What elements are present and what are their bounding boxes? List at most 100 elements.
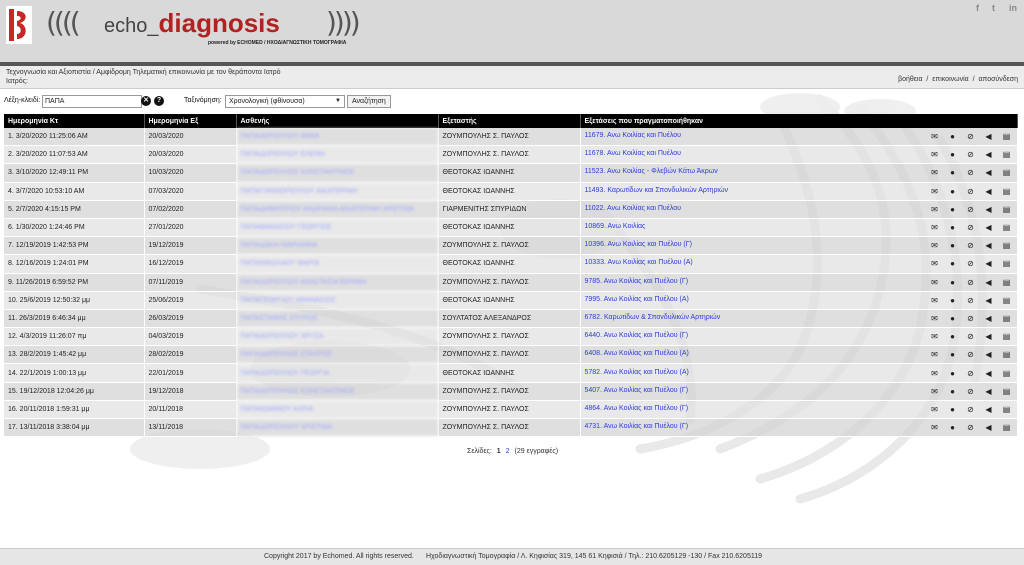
facebook-icon[interactable]: f <box>976 3 979 13</box>
exam-link[interactable]: 7995. Ανω Κοιλίας και Πυέλου (Α) <box>585 296 689 303</box>
person-icon[interactable]: ● <box>947 350 959 359</box>
page-link-current[interactable]: 1 <box>497 448 501 455</box>
page-link[interactable]: 2 <box>506 448 510 455</box>
person-icon[interactable]: ● <box>947 132 959 141</box>
paperclip-icon[interactable]: ⊘ <box>965 369 977 378</box>
speaker-icon[interactable]: ◀ <box>983 423 995 432</box>
envelope-icon[interactable]: ✉ <box>929 259 941 268</box>
exam-link[interactable]: 11493. Καρωτίδων και Σπονδυλικών Αρτηριώ… <box>585 187 728 194</box>
person-icon[interactable]: ● <box>947 423 959 432</box>
envelope-icon[interactable]: ✉ <box>929 168 941 177</box>
cell-exam[interactable]: 5782. Ανω Κοιλίας και Πυέλου (Α) ✉ ● ⊘ ◀ ▤ <box>580 363 1018 383</box>
cell-patient[interactable]: ΠΑΠΑΘΑΝΑΣΙΟΥ ΓΕΩΡΓΙΟΣ <box>236 218 439 238</box>
cell-patient[interactable]: ΠΑΠΑΔΗΜΗΤΡΙΟΥ ΑΝΔΡΙΑΝΑ ΑΙΚΑΤΕΡΙΝΗ ΧΡΙΣΤΙ… <box>236 200 439 219</box>
cell-exam[interactable]: 10396. Ανω Κοιλίας και Πυέλου (Γ) ✉ ● ⊘ ◀ ▤ <box>580 236 1018 256</box>
document-icon[interactable]: ▤ <box>1001 369 1013 378</box>
person-icon[interactable]: ● <box>947 168 959 177</box>
person-icon[interactable]: ● <box>947 223 959 232</box>
cell-patient[interactable]: ΠΑΠΑΣΤΑΘΗΣ ΣΠΥΡΟΣ <box>236 309 439 329</box>
envelope-icon[interactable]: ✉ <box>929 314 941 323</box>
cell-exam[interactable]: 11679. Ανω Κοιλίας και Πυέλου ✉ ● ⊘ ◀ ▤ <box>580 128 1018 147</box>
speaker-icon[interactable]: ◀ <box>983 278 995 287</box>
paperclip-icon[interactable]: ⊘ <box>965 387 977 396</box>
help-icon[interactable]: ? <box>154 96 164 106</box>
cell-patient[interactable]: ΠΑΠΑΔΟΠΟΥΛΟΣ ΣΤΑΥΡΟΣ <box>236 345 439 365</box>
paperclip-icon[interactable]: ⊘ <box>965 150 977 159</box>
person-icon[interactable]: ● <box>947 187 959 196</box>
cell-exam[interactable]: 11493. Καρωτίδων και Σπονδυλικών Αρτηριώ… <box>580 182 1018 201</box>
cell-patient[interactable]: ΠΑΠΑΔΟΠΟΥΛΟΥ ΑΝΑΣΤΑΣΙΑ ΕΙΡΗΝΗ <box>236 273 439 292</box>
envelope-icon[interactable]: ✉ <box>929 132 941 141</box>
keyword-input[interactable]: ΠΑΠΑ <box>42 95 142 108</box>
contact-link[interactable]: επικοινωνία <box>932 76 968 83</box>
paperclip-icon[interactable]: ⊘ <box>965 296 977 305</box>
paperclip-icon[interactable]: ⊘ <box>965 223 977 232</box>
envelope-icon[interactable]: ✉ <box>929 369 941 378</box>
speaker-icon[interactable]: ◀ <box>983 314 995 323</box>
cell-patient[interactable]: ΠΑΠΑΔΟΠΟΥΛΟΣ ΚΩΝΣΤΑΝΤΙΝΟΣ <box>236 163 439 183</box>
person-icon[interactable]: ● <box>947 314 959 323</box>
person-icon[interactable]: ● <box>947 205 959 214</box>
paperclip-icon[interactable]: ⊘ <box>965 241 977 250</box>
cell-patient[interactable]: ΠΑΠΑΙΩΑΝΝΟΥ ΚΑΤΙΑ <box>236 400 439 420</box>
cell-patient[interactable]: ΠΑΠΑΔΟΠΟΥΛΟΥ ΧΡΥΣΑ <box>236 327 439 347</box>
cell-exam[interactable]: 5407. Ανω Κοιλίας και Πυέλου (Γ) ✉ ● ⊘ ◀ ▤ <box>580 382 1018 401</box>
search-button[interactable]: Αναζήτηση <box>347 95 391 108</box>
document-icon[interactable]: ▤ <box>1001 132 1013 141</box>
cell-exam[interactable]: 6782. Καρωτίδων & Σπονδυλικών Αρτηριών ✉ ●… <box>580 309 1018 329</box>
cell-exam[interactable]: 11523. Ανω Κοιλίας - Φλεβών Κάτω Άκρων ✉ ●… <box>580 163 1018 183</box>
cell-exam[interactable]: 6440. Ανω Κοιλίας και Πυέλου (Γ) ✉ ● ⊘ ◀ ▤ <box>580 327 1018 347</box>
person-icon[interactable]: ● <box>947 259 959 268</box>
envelope-icon[interactable]: ✉ <box>929 241 941 250</box>
cell-exam[interactable]: 9785. Ανω Κοιλίας και Πυέλου (Γ) ✉ ● ⊘ ◀ ▤ <box>580 273 1018 292</box>
paperclip-icon[interactable]: ⊘ <box>965 168 977 177</box>
speaker-icon[interactable]: ◀ <box>983 132 995 141</box>
paperclip-icon[interactable]: ⊘ <box>965 187 977 196</box>
document-icon[interactable]: ▤ <box>1001 405 1013 414</box>
column-header[interactable]: Ημερομηνία Κτ <box>4 114 145 128</box>
speaker-icon[interactable]: ◀ <box>983 150 995 159</box>
speaker-icon[interactable]: ◀ <box>983 187 995 196</box>
paperclip-icon[interactable]: ⊘ <box>965 332 977 341</box>
exam-link[interactable]: 6440. Ανω Κοιλίας και Πυέλου (Γ) <box>585 332 689 339</box>
document-icon[interactable]: ▤ <box>1001 241 1013 250</box>
exam-link[interactable]: 10396. Ανω Κοιλίας και Πυέλου (Γ) <box>585 241 692 248</box>
speaker-icon[interactable]: ◀ <box>983 241 995 250</box>
cell-patient[interactable]: ΠΑΠΑΔΟΠΟΥΛΟΥ ΕΛΕΝΗ <box>236 145 439 165</box>
paperclip-icon[interactable]: ⊘ <box>965 423 977 432</box>
document-icon[interactable]: ▤ <box>1001 332 1013 341</box>
exam-link[interactable]: 11022. Ανω Κοιλίας και Πυέλου <box>585 205 681 212</box>
exam-link[interactable]: 4864. Ανω Κοιλίας και Πυέλου (Γ) <box>585 405 689 412</box>
exam-link[interactable]: 11523. Ανω Κοιλίας - Φλεβών Κάτω Άκρων <box>585 168 718 175</box>
cell-exam[interactable]: 6408. Ανω Κοιλίας και Πυέλου (Α) ✉ ● ⊘ ◀ ▤ <box>580 345 1018 365</box>
cell-exam[interactable]: 10333. Ανω Κοιλίας και Πυέλου (Α) ✉ ● ⊘ ◀ ▤ <box>580 254 1018 274</box>
twitter-icon[interactable]: t <box>992 3 995 13</box>
envelope-icon[interactable]: ✉ <box>929 223 941 232</box>
column-header[interactable]: Ημερομηνία Εξ <box>144 114 237 128</box>
envelope-icon[interactable]: ✉ <box>929 350 941 359</box>
envelope-icon[interactable]: ✉ <box>929 278 941 287</box>
exam-link[interactable]: 5782. Ανω Κοιλίας και Πυέλου (Α) <box>585 369 689 376</box>
person-icon[interactable]: ● <box>947 241 959 250</box>
exam-link[interactable]: 11678. Ανω Κοιλίας και Πυέλου <box>585 150 681 157</box>
paperclip-icon[interactable]: ⊘ <box>965 278 977 287</box>
cell-exam[interactable]: 11022. Ανω Κοιλίας και Πυέλου ✉ ● ⊘ ◀ ▤ <box>580 200 1018 219</box>
logout-link[interactable]: αποσύνδεση <box>978 76 1018 83</box>
document-icon[interactable]: ▤ <box>1001 205 1013 214</box>
cell-exam[interactable]: 10869. Ανω Κοιλίας ✉ ● ⊘ ◀ ▤ <box>580 218 1018 238</box>
paperclip-icon[interactable]: ⊘ <box>965 132 977 141</box>
document-icon[interactable]: ▤ <box>1001 168 1013 177</box>
cell-patient[interactable]: ΠΑΠΑΔΟΠΟΥΛΟΣ ΚΩΝΣΤΑΝΤΙΝΟΣ <box>236 382 439 401</box>
document-icon[interactable]: ▤ <box>1001 259 1013 268</box>
cell-patient[interactable]: ΠΑΠΑΓΙΑΝΝΟΠΟΥΛΟΥ ΑΙΚΑΤΕΡΙΝΗ <box>236 182 439 201</box>
exam-link[interactable]: 6408. Ανω Κοιλίας και Πυέλου (Α) <box>585 350 689 357</box>
paperclip-icon[interactable]: ⊘ <box>965 405 977 414</box>
speaker-icon[interactable]: ◀ <box>983 350 995 359</box>
clear-icon[interactable]: ✕ <box>141 96 151 106</box>
cell-exam[interactable]: 11678. Ανω Κοιλίας και Πυέλου ✉ ● ⊘ ◀ ▤ <box>580 145 1018 165</box>
person-icon[interactable]: ● <box>947 405 959 414</box>
paperclip-icon[interactable]: ⊘ <box>965 259 977 268</box>
cell-exam[interactable]: 4864. Ανω Κοιλίας και Πυέλου (Γ) ✉ ● ⊘ ◀ ▤ <box>580 400 1018 420</box>
person-icon[interactable]: ● <box>947 369 959 378</box>
exam-link[interactable]: 5407. Ανω Κοιλίας και Πυέλου (Γ) <box>585 387 689 394</box>
